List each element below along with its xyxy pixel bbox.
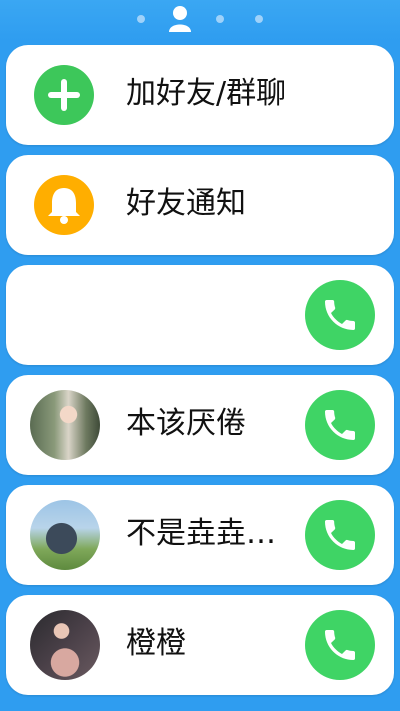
call-button[interactable] bbox=[305, 500, 375, 570]
top-bar bbox=[0, 0, 400, 40]
contact-name: 本该厌倦 bbox=[126, 406, 246, 441]
phone-icon bbox=[325, 630, 355, 660]
page-dot[interactable] bbox=[255, 15, 263, 23]
page-dot[interactable] bbox=[216, 15, 224, 23]
avatar[interactable] bbox=[30, 610, 100, 680]
call-button[interactable] bbox=[305, 280, 375, 350]
phone-icon bbox=[325, 410, 355, 440]
add-friend-card[interactable]: 加好友/群聊 bbox=[6, 45, 394, 145]
add-friend-label: 加好友/群聊 bbox=[126, 76, 287, 111]
call-button[interactable] bbox=[305, 610, 375, 680]
contact-name: 不是垚垚… bbox=[126, 516, 276, 551]
friend-notification-card[interactable]: 好友通知 bbox=[6, 155, 394, 255]
friend-notification-label: 好友通知 bbox=[126, 186, 246, 221]
page-dot[interactable] bbox=[137, 15, 145, 23]
contact-card[interactable] bbox=[6, 265, 394, 365]
phone-icon bbox=[325, 520, 355, 550]
call-button[interactable] bbox=[305, 390, 375, 460]
avatar[interactable] bbox=[30, 390, 100, 460]
avatar[interactable] bbox=[30, 500, 100, 570]
contact-card[interactable]: 本该厌倦 bbox=[6, 375, 394, 475]
contact-card[interactable]: 橙橙 bbox=[6, 595, 394, 695]
contact-name: 橙橙 bbox=[126, 626, 186, 661]
bell-icon bbox=[34, 175, 94, 235]
phone-icon bbox=[325, 300, 355, 330]
plus-icon bbox=[34, 65, 94, 125]
person-icon[interactable] bbox=[168, 5, 192, 33]
contact-card[interactable]: 不是垚垚… bbox=[6, 485, 394, 585]
